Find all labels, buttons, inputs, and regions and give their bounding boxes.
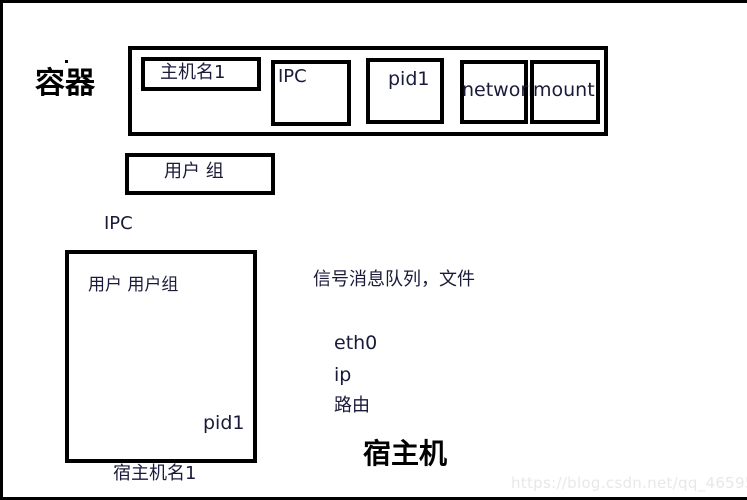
- namespace-label-pid: pid1: [388, 68, 430, 90]
- namespace-label-network: network: [462, 79, 540, 101]
- watermark-url: https://blog.csdn.net/qq_46595591: [511, 474, 747, 492]
- container-user-group-label: 用户 组: [164, 161, 224, 182]
- host-network-item-eth0: eth0: [334, 332, 378, 354]
- host-pid-label: pid1: [203, 412, 245, 434]
- host-network-item-route: 路由: [334, 395, 370, 416]
- decorative-dot: [65, 60, 68, 63]
- host-resources-label: 信号消息队列，文件: [313, 269, 475, 290]
- host-heading: 宿主机: [363, 437, 448, 470]
- container-ipc-free-label: IPC: [104, 213, 133, 234]
- host-user-group-label: 用户 用户组: [88, 275, 179, 295]
- namespace-label-hostname: 主机名1: [160, 62, 226, 83]
- host-hostname-caption: 宿主机名1: [113, 463, 197, 484]
- host-network-item-ip: ip: [334, 364, 352, 386]
- diagram-canvas: 容器 主机名1 IPC pid1 network mount 用户 组 IPC …: [0, 0, 747, 500]
- namespace-label-mount: mount: [533, 79, 595, 101]
- container-heading: 容器: [35, 66, 95, 101]
- namespace-label-ipc: IPC: [278, 66, 307, 87]
